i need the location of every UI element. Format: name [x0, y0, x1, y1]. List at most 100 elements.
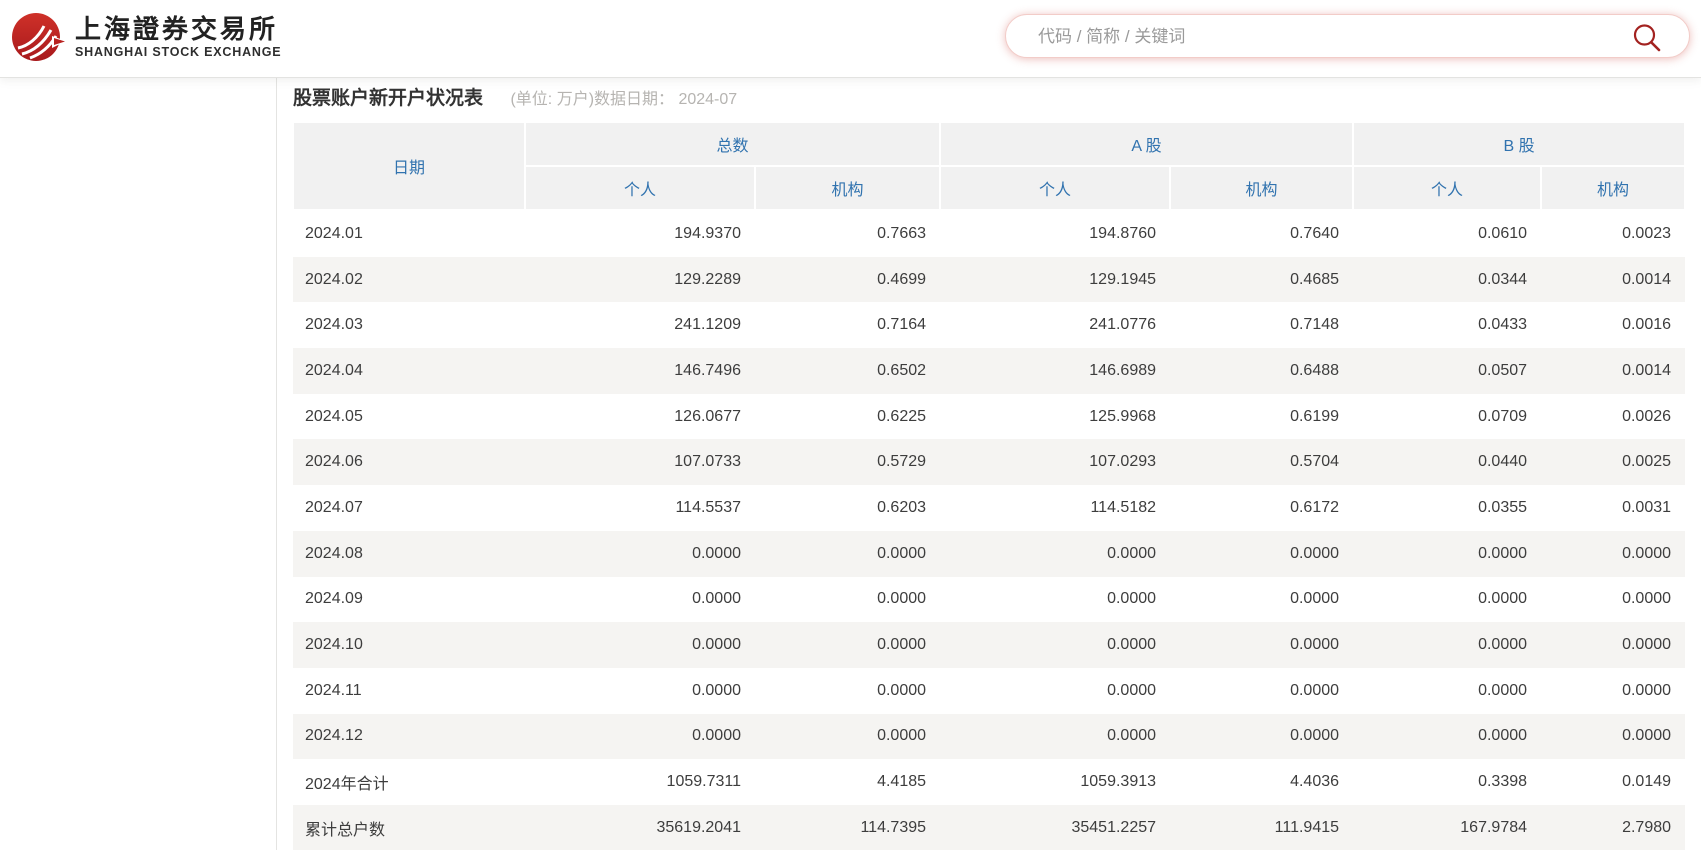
row-value: 0.0000	[1622, 681, 1672, 699]
row-value: 0.3398	[1478, 773, 1528, 791]
row-value: 0.6199	[1290, 407, 1340, 425]
row-value: 0.5729	[877, 453, 927, 471]
row-value: 0.6203	[877, 498, 927, 516]
row-value: 126.0677	[674, 407, 741, 425]
search-box	[1005, 14, 1690, 58]
row-value: 0.0000	[692, 727, 741, 745]
row-value: 0.0016	[1622, 316, 1672, 334]
row-value: 0.5704	[1290, 453, 1340, 471]
row-value: 0.4699	[877, 270, 927, 288]
column-group-b-shares: B 股	[1352, 121, 1687, 167]
row-value: 125.9968	[1089, 407, 1157, 425]
table-row: 2024.10 0.0000 0.0000 0.0000 0.0000 0.0000 0.0…	[293, 622, 1686, 668]
top-header-bar: 上海證券交易所 SHANGHAI STOCK EXCHANGE	[0, 0, 1701, 78]
table-row: 2024.12 0.0000 0.0000 0.0000 0.0000 0.0000 0.0…	[293, 713, 1686, 760]
row-value: 0.0000	[877, 727, 927, 745]
row-date: 2024.02	[305, 270, 363, 288]
column-header-a-institution: 机构	[1169, 165, 1355, 211]
table-row: 累计总户数 35619.2041 114.7395 35451.2257 111.941…	[293, 804, 1686, 850]
column-header-b-institution: 机构	[1540, 165, 1687, 211]
table-title-row: 股票账户新开户状况表 (单位: 万户)数据日期： 2024-07	[293, 86, 1701, 112]
row-value: 0.0610	[1478, 224, 1528, 242]
column-group-a-shares: A 股	[939, 121, 1355, 167]
row-value: 2.7980	[1622, 818, 1672, 836]
table-row: 2024年合计 1059.7311 4.4185 1059.3913 4.4036 0.3…	[293, 759, 1685, 805]
row-date: 2024.05	[305, 407, 363, 425]
row-value: 0.0000	[877, 681, 927, 699]
row-value: 0.0014	[1622, 361, 1672, 379]
accounts-table: 日期 总数 A 股 B 股 个人 机构 个人 机构 个人 机构 2024.01 1…	[292, 121, 1687, 850]
row-value: 0.0014	[1622, 270, 1672, 288]
search-input[interactable]	[1036, 16, 1600, 58]
logo-name-english: SHANGHAI STOCK EXCHANGE	[75, 45, 282, 59]
row-value: 114.5537	[675, 498, 741, 516]
row-value: 0.0149	[1622, 773, 1672, 791]
row-value: 0.6502	[877, 361, 927, 379]
row-value: 0.0709	[1478, 407, 1528, 425]
table-row: 2024.05 126.0677 0.6225 125.9968 0.6199 0.070…	[293, 394, 1685, 440]
row-value: 0.0000	[692, 544, 741, 562]
row-value: 1059.7311	[666, 773, 741, 791]
row-value: 4.4036	[1290, 773, 1340, 791]
row-value: 0.0440	[1478, 453, 1528, 471]
row-value: 0.0344	[1478, 270, 1528, 288]
row-value: 0.0000	[877, 544, 927, 562]
row-value: 35451.2257	[1071, 818, 1157, 836]
page-title: 股票账户新开户状况表	[293, 88, 484, 109]
row-value: 241.0776	[1089, 316, 1157, 334]
row-value: 0.4685	[1290, 270, 1340, 288]
row-value: 0.7148	[1290, 316, 1340, 334]
row-value: 0.0000	[1290, 590, 1340, 608]
row-value: 0.0000	[877, 636, 927, 654]
row-value: 0.0000	[1290, 727, 1340, 745]
row-value: 0.0000	[1478, 636, 1528, 654]
row-date: 2024.04	[305, 361, 363, 379]
column-header-total-institution: 机构	[753, 165, 942, 211]
row-value: 0.0000	[692, 636, 741, 654]
row-value: 0.0000	[1290, 636, 1340, 654]
row-value: 0.6225	[877, 407, 927, 425]
row-value: 0.0025	[1622, 453, 1672, 471]
table-row: 2024.11 0.0000 0.0000 0.0000 0.0000 0.0000 0.0…	[293, 668, 1685, 714]
row-value: 0.0000	[877, 590, 927, 608]
sse-logo-icon	[8, 8, 66, 66]
row-value: 107.0733	[674, 453, 741, 471]
row-value: 0.0000	[1622, 590, 1672, 608]
column-header-date: 日期	[292, 121, 526, 211]
row-value: 194.9370	[674, 224, 741, 242]
row-value: 0.0000	[1107, 681, 1157, 699]
row-value: 0.0355	[1478, 498, 1528, 516]
row-value: 129.2289	[674, 270, 741, 288]
row-value: 0.0000	[1478, 727, 1528, 745]
row-value: 114.7395	[860, 818, 927, 836]
left-sidebar	[0, 78, 277, 850]
column-header-a-personal: 个人	[939, 165, 1172, 211]
row-value: 0.6172	[1290, 498, 1340, 516]
table-row: 2024.02 129.2289 0.4699 129.1945 0.4685 0.034…	[293, 256, 1686, 303]
sse-logo[interactable]: 上海證券交易所 SHANGHAI STOCK EXCHANGE	[8, 8, 281, 66]
table-row: 2024.07 114.5537 0.6203 114.5182 0.6172 0.035…	[293, 485, 1685, 531]
row-date: 2024.03	[305, 316, 363, 334]
row-date: 2024.07	[305, 498, 363, 516]
table-row: 2024.04 146.7496 0.6502 146.6989 0.6488 0.050…	[293, 348, 1686, 394]
row-value: 0.0000	[1478, 590, 1528, 608]
row-value: 129.1945	[1089, 270, 1157, 288]
row-value: 0.0000	[1290, 681, 1340, 699]
row-value: 4.4185	[877, 773, 927, 791]
row-value: 0.0000	[1107, 590, 1157, 608]
row-value: 241.1209	[674, 316, 741, 334]
logo-name-chinese: 上海證券交易所	[75, 15, 279, 45]
main-area: 股票账户新开户状况表 (单位: 万户)数据日期： 2024-07 日期 总数 A…	[0, 78, 1701, 850]
table-row: 2024.06 107.0733 0.5729 107.0293 0.5704 0.044…	[293, 439, 1686, 486]
row-value: 35619.2041	[656, 818, 741, 836]
column-header-b-personal: 个人	[1352, 165, 1543, 211]
table-header: 日期 总数 A 股 B 股 个人 机构 个人 机构 个人 机构	[292, 121, 1687, 211]
row-date: 2024.01	[305, 224, 363, 242]
row-value: 167.9784	[1460, 818, 1528, 836]
content-area: 股票账户新开户状况表 (单位: 万户)数据日期： 2024-07 日期 总数 A…	[277, 78, 1701, 850]
row-value: 111.9415	[1274, 818, 1340, 836]
row-value: 0.0000	[692, 590, 741, 608]
row-value: 194.8760	[1089, 224, 1157, 242]
search-button[interactable]	[1631, 22, 1663, 54]
row-value: 114.5182	[1090, 498, 1157, 516]
